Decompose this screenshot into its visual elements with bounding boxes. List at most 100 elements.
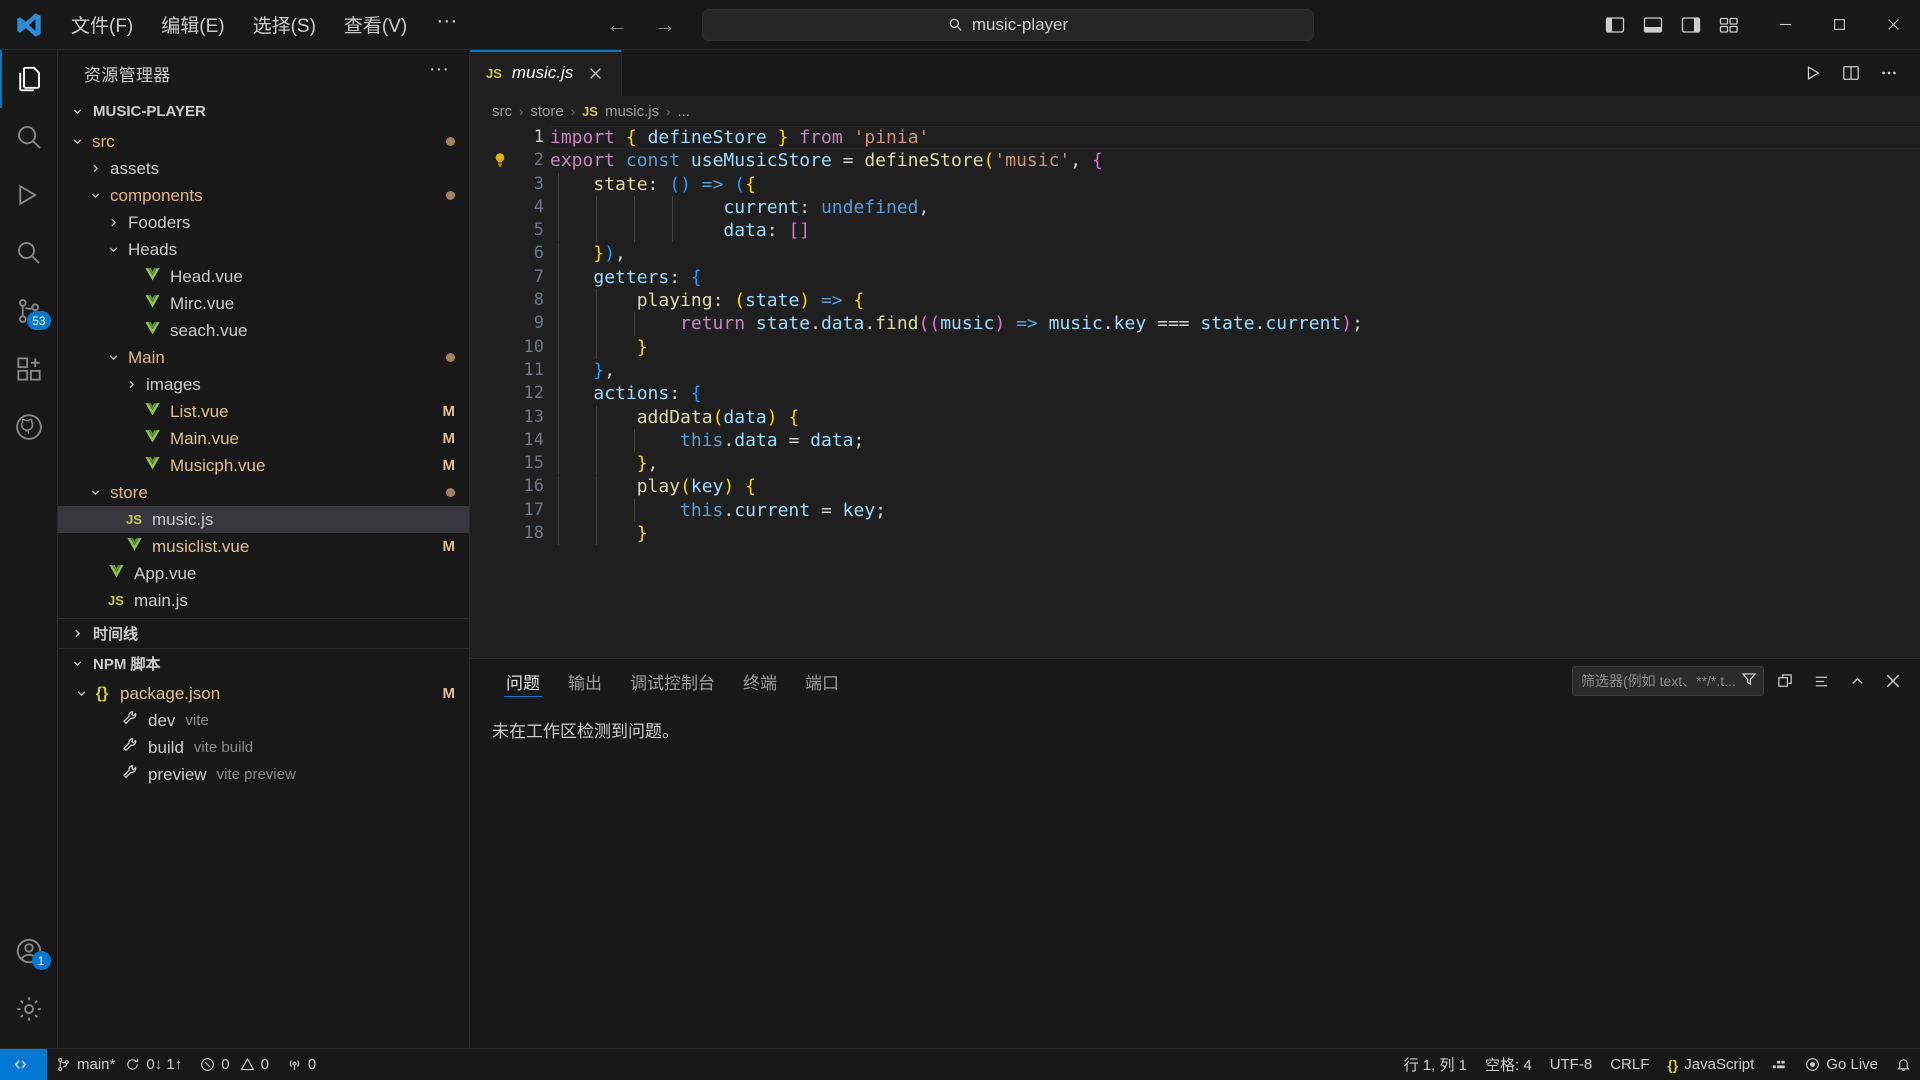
- activity-manage[interactable]: [0, 980, 58, 1038]
- status-language-mode[interactable]: {} JavaScript: [1658, 1049, 1763, 1080]
- panel-tab-问题[interactable]: 问题: [492, 659, 554, 703]
- tree-item-fooders[interactable]: Fooders: [58, 209, 469, 236]
- status-notifications[interactable]: [1887, 1049, 1920, 1080]
- tree-item-musiclist-vue[interactable]: musiclist.vue M: [58, 533, 469, 560]
- activity-github[interactable]: [0, 398, 58, 456]
- panel-tab-输出[interactable]: 输出: [554, 659, 616, 703]
- toggle-panel-icon[interactable]: [1638, 10, 1668, 40]
- panel-tab-调试控制台[interactable]: 调试控制台: [616, 659, 729, 703]
- tree-item-list-vue[interactable]: List.vue M: [58, 398, 469, 425]
- clear-problems-icon[interactable]: [1770, 666, 1800, 696]
- tab-close-icon[interactable]: [583, 61, 607, 85]
- menu-more-icon[interactable]: ···: [422, 10, 471, 38]
- split-editor-icon[interactable]: [1834, 56, 1868, 90]
- status-prettier[interactable]: [1763, 1049, 1796, 1080]
- tree-item-main-js[interactable]: JS main.js: [58, 587, 469, 614]
- more-actions-icon[interactable]: [1872, 56, 1906, 90]
- problems-filter-input[interactable]: 筛选器(例如 text、**/*.t...: [1572, 666, 1764, 696]
- section-header-timeline[interactable]: 时间线: [58, 618, 469, 648]
- breadcrumb-symbol[interactable]: ...: [677, 103, 690, 120]
- breadcrumb-file[interactable]: music.js: [605, 103, 659, 120]
- tree-item-label: Main.vue: [170, 428, 239, 448]
- breadcrumb-store[interactable]: store: [530, 103, 563, 120]
- tree-item-store[interactable]: store: [58, 479, 469, 506]
- tree-item-main-vue[interactable]: Main.vue M: [58, 425, 469, 452]
- status-eol[interactable]: CRLF: [1601, 1049, 1658, 1080]
- close-panel-icon[interactable]: [1878, 666, 1908, 696]
- code-content[interactable]: import { defineStore } from 'pinia' expor…: [550, 126, 1920, 658]
- chevron-down-icon[interactable]: [68, 135, 86, 148]
- tree-item-mirc-vue[interactable]: Mirc.vue: [58, 290, 469, 317]
- chevron-down-icon[interactable]: [72, 687, 90, 700]
- status-go-live[interactable]: Go Live: [1796, 1049, 1887, 1080]
- sidebar-more-actions-icon[interactable]: ···: [421, 59, 457, 82]
- npm-item-build[interactable]: build vite build: [58, 734, 469, 761]
- activity-explorer[interactable]: [0, 50, 58, 108]
- status-encoding[interactable]: UTF-8: [1541, 1049, 1602, 1080]
- menu-view[interactable]: 查看(V): [331, 6, 420, 43]
- chevron-right-icon[interactable]: [104, 216, 122, 229]
- customize-layout-icon[interactable]: [1714, 10, 1744, 40]
- tree-item-assets[interactable]: assets: [58, 155, 469, 182]
- section-header-workspace[interactable]: MUSIC-PLAYER: [58, 96, 469, 126]
- activity-accounts[interactable]: 1: [0, 922, 58, 980]
- code-editor[interactable]: 1 2 3 4 5 6 7 8 9 10 11 12 13 14 15 16 17 18 import { def…: [470, 126, 1920, 658]
- minimap-token: [1825, 160, 1836, 162]
- activity-extensions[interactable]: [0, 340, 58, 398]
- section-header-npm-scripts[interactable]: NPM 脚本: [58, 648, 469, 678]
- tab-music-js[interactable]: JS music.js: [470, 50, 623, 96]
- chevron-down-icon[interactable]: [104, 351, 122, 364]
- minimap-token: [1853, 199, 1855, 201]
- menu-edit[interactable]: 编辑(E): [148, 6, 237, 43]
- panel-tab-端口[interactable]: 端口: [791, 659, 853, 703]
- chevron-down-icon[interactable]: [86, 189, 104, 202]
- tree-item-components[interactable]: components: [58, 182, 469, 209]
- status-problems[interactable]: 0 0: [191, 1049, 278, 1080]
- tree-item-images[interactable]: images: [58, 371, 469, 398]
- activity-source-control[interactable]: 53: [0, 282, 58, 340]
- npm-item-package-json[interactable]: {} package.json M: [58, 680, 469, 707]
- forward-arrow-icon[interactable]: →: [654, 13, 676, 36]
- chevron-down-icon[interactable]: [86, 486, 104, 499]
- panel-tab-终端[interactable]: 终端: [729, 659, 791, 703]
- npm-item-preview[interactable]: preview vite preview: [58, 761, 469, 788]
- minimap[interactable]: [1818, 130, 1904, 207]
- tree-item-head-vue[interactable]: Head.vue: [58, 263, 469, 290]
- collapse-panel-icon[interactable]: [1842, 666, 1872, 696]
- tree-item-app-vue[interactable]: App.vue: [58, 560, 469, 587]
- chevron-right-icon[interactable]: [122, 378, 140, 391]
- chevron-right-icon[interactable]: [86, 162, 104, 175]
- window-maximize-button[interactable]: [1812, 0, 1866, 50]
- activity-search-2[interactable]: [0, 224, 58, 282]
- back-arrow-icon[interactable]: ←: [606, 13, 628, 36]
- chevron-down-icon[interactable]: [104, 243, 122, 256]
- npm-item-dev[interactable]: dev vite: [58, 707, 469, 734]
- code-line: playing: (state) => {: [636, 290, 865, 312]
- remote-window-button[interactable]: [0, 1048, 47, 1080]
- window-close-button[interactable]: [1866, 0, 1920, 50]
- activity-search[interactable]: [0, 108, 58, 166]
- sidebar-header: 资源管理器 ···: [58, 50, 469, 96]
- status-cursor-position[interactable]: 行 1, 列 1: [1395, 1049, 1476, 1080]
- tree-item-heads[interactable]: Heads: [58, 236, 469, 263]
- status-ports[interactable]: 0: [278, 1049, 325, 1080]
- tree-item-seach-vue[interactable]: seach.vue: [58, 317, 469, 344]
- status-branch[interactable]: main* 0↓ 1↑: [47, 1049, 191, 1080]
- tree-item-musicph-vue[interactable]: Musicph.vue M: [58, 452, 469, 479]
- tree-item-music-js[interactable]: JS music.js: [58, 506, 469, 533]
- menu-file[interactable]: 文件(F): [58, 6, 146, 43]
- menu-selection[interactable]: 选择(S): [240, 6, 329, 43]
- activity-run-debug[interactable]: [0, 166, 58, 224]
- tree-item-main[interactable]: Main: [58, 344, 469, 371]
- run-icon[interactable]: [1796, 56, 1830, 90]
- toggle-primary-sidebar-icon[interactable]: [1600, 10, 1630, 40]
- status-indentation[interactable]: 空格: 4: [1476, 1049, 1541, 1080]
- toggle-secondary-sidebar-icon[interactable]: [1676, 10, 1706, 40]
- command-center[interactable]: music-player: [702, 8, 1314, 41]
- tree-item-src[interactable]: src: [58, 128, 469, 155]
- lightbulb-icon[interactable]: [492, 152, 508, 168]
- breadcrumb-src[interactable]: src: [492, 103, 512, 120]
- filter-icon[interactable]: [1741, 671, 1757, 692]
- view-as-table-icon[interactable]: [1806, 666, 1836, 696]
- window-minimize-button[interactable]: [1758, 0, 1812, 50]
